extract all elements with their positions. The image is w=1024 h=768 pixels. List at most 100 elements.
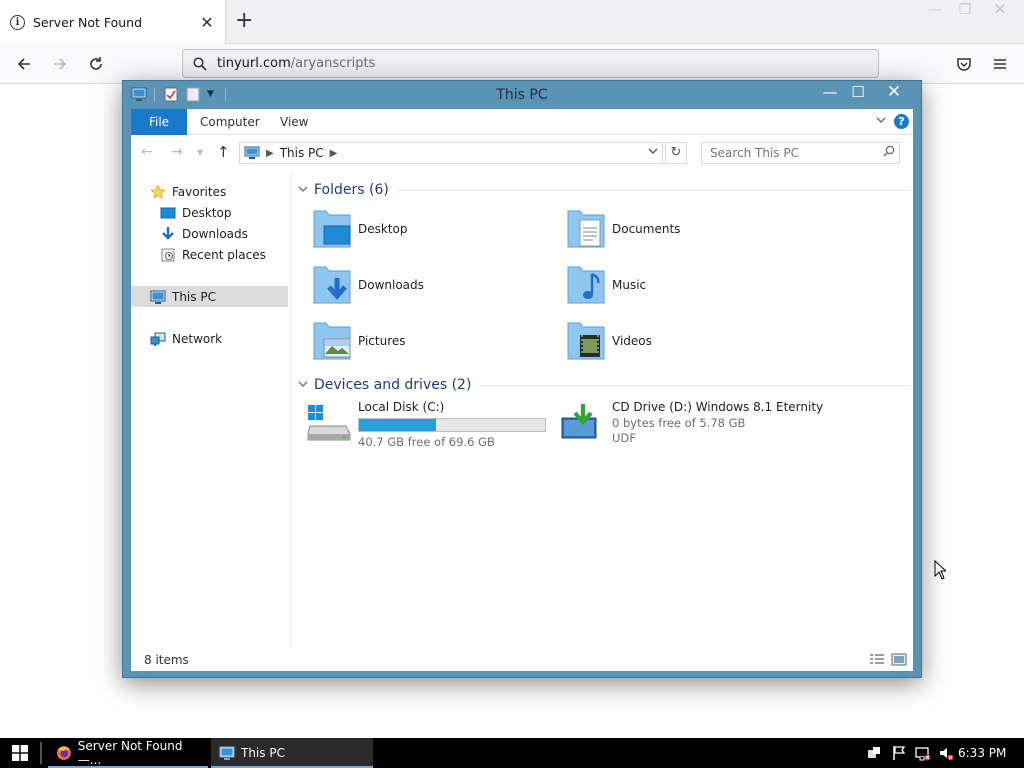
hard-drive-icon [307, 405, 351, 441]
browser-tab-strip: i Server Not Found ✕ + — ❐ ✕ [0, 0, 1024, 44]
title-bar[interactable]: ▼ This PC — ☐ ✕ [123, 81, 921, 109]
minimize-icon[interactable]: — [920, 0, 950, 22]
chevron-down-icon[interactable] [298, 185, 312, 196]
back-icon[interactable]: ← [141, 144, 153, 160]
tab-view[interactable]: View [280, 109, 308, 135]
search-icon [193, 56, 207, 71]
nav-item-network[interactable]: Network [131, 328, 288, 349]
computer-icon [244, 146, 260, 159]
url-bar[interactable]: tinyurl.com/aryanscripts [182, 49, 879, 78]
chevron-down-icon[interactable] [648, 146, 658, 159]
network-status-icon[interactable] [915, 745, 931, 761]
documents-folder-icon [567, 210, 605, 248]
large-icons-view-icon[interactable] [891, 653, 907, 666]
star-icon [150, 183, 166, 199]
tab-title: Server Not Found [33, 14, 143, 30]
tile-label: Downloads [358, 278, 424, 292]
group-title: Devices and drives (2) [314, 377, 472, 393]
chevron-right-icon[interactable]: ▶ [330, 148, 338, 159]
start-button[interactable] [0, 738, 40, 768]
firefox-icon [56, 746, 71, 760]
close-icon[interactable]: ✕ [877, 81, 911, 105]
folder-documents[interactable]: Documents [566, 205, 816, 253]
tab-computer[interactable]: Computer [200, 109, 260, 135]
address-bar[interactable]: ▶ This PC ▶ [239, 142, 663, 164]
tab-file[interactable]: File [131, 109, 187, 135]
clock[interactable]: 6:33 PM [958, 746, 1006, 760]
taskbar-item-label: This PC [241, 746, 285, 760]
drive-local-disk-c[interactable]: Local Disk (C:) 40.7 GB free of 69.6 GB [306, 400, 556, 450]
browser-tab[interactable]: i Server Not Found ✕ [0, 0, 226, 44]
network-icon [150, 332, 166, 346]
forward-icon[interactable]: → [171, 144, 183, 160]
taskbar: Server Not Found —... This PC 6:33 PM [0, 738, 1024, 768]
drive-cd-d[interactable]: CD Drive (D:) Windows 8.1 Eternity 0 byt… [560, 400, 823, 450]
maximize-icon[interactable]: ☐ [841, 81, 875, 105]
browser-toolbar: tinyurl.com/aryanscripts [0, 44, 1024, 84]
divider [396, 189, 910, 191]
tile-label: Music [612, 278, 647, 292]
close-browser-icon[interactable]: ✕ [985, 0, 1015, 22]
folder-downloads[interactable]: Downloads [312, 261, 562, 309]
drive-free-space: 40.7 GB free of 69.6 GB [358, 435, 495, 449]
nav-item-label: Recent places [182, 247, 266, 262]
nav-item-label: Favorites [172, 184, 227, 199]
info-icon: i [10, 14, 25, 30]
drive-usage-bar [358, 418, 546, 432]
drives-group-header[interactable]: Devices and drives (2) [298, 375, 910, 395]
forward-icon[interactable] [48, 52, 72, 76]
folder-pictures[interactable]: Pictures [312, 317, 562, 365]
nav-item-label: Downloads [182, 226, 248, 241]
volume-muted-icon[interactable] [938, 745, 954, 761]
refresh-icon[interactable]: ↻ [665, 142, 687, 164]
nav-item-label: Desktop [182, 205, 232, 220]
taskbar-item-label: Server Not Found —... [77, 739, 183, 767]
search-input[interactable] [701, 142, 900, 164]
recent-places-icon [161, 248, 175, 261]
desktop-folder-icon [313, 210, 351, 248]
chevron-right-icon[interactable]: ▶ [266, 148, 274, 159]
chevron-down-icon[interactable] [298, 380, 312, 391]
drive-name: Local Disk (C:) [358, 400, 445, 414]
nav-item-desktop[interactable]: Desktop [131, 202, 288, 223]
help-icon[interactable]: ? [894, 114, 909, 129]
music-folder-icon [567, 266, 605, 304]
nav-item-label: Network [172, 331, 223, 346]
back-icon[interactable] [12, 52, 36, 76]
action-center-flag-icon[interactable] [891, 745, 907, 761]
folder-music[interactable]: Music [566, 261, 816, 309]
recent-locations-icon[interactable]: ▼ [197, 148, 203, 157]
computer-icon [219, 746, 235, 760]
taskbar-item-firefox[interactable]: Server Not Found —... [48, 738, 208, 768]
drive-usage-fill [359, 419, 437, 431]
pocket-icon[interactable] [952, 52, 976, 76]
explorer-window: ▼ This PC — ☐ ✕ File Computer View ? ← →… [122, 80, 922, 678]
menu-icon[interactable] [988, 52, 1012, 76]
nav-item-downloads[interactable]: Downloads [131, 223, 288, 244]
folder-videos[interactable]: Videos [566, 317, 816, 365]
search-icon[interactable] [883, 145, 895, 157]
expand-ribbon-icon[interactable] [875, 115, 887, 128]
new-tab-icon[interactable]: + [235, 9, 253, 33]
downloads-folder-icon [313, 266, 351, 304]
videos-folder-icon [567, 322, 605, 360]
address-location[interactable]: This PC [280, 146, 324, 160]
tray-app-icon[interactable] [866, 745, 882, 761]
desktop-icon [160, 207, 176, 218]
close-tab-icon[interactable]: ✕ [199, 13, 215, 32]
folder-desktop[interactable]: Desktop [312, 205, 562, 253]
nav-item-recent-places[interactable]: Recent places [131, 244, 288, 265]
folders-group-header[interactable]: Folders (6) [298, 180, 910, 200]
tile-label: Pictures [358, 334, 406, 348]
address-row: ← → ▼ ↑ ▶ This PC ▶ ↻ [131, 135, 913, 171]
window-title: This PC [496, 87, 548, 103]
tile-label: Videos [612, 334, 652, 348]
up-icon[interactable]: ↑ [217, 143, 230, 161]
restore-icon[interactable]: ❐ [950, 0, 980, 22]
taskbar-item-this-pc[interactable]: This PC [211, 738, 373, 768]
nav-item-favorites[interactable]: Favorites [131, 181, 288, 202]
tile-label: Desktop [358, 222, 408, 236]
reload-icon[interactable] [84, 52, 108, 76]
details-view-icon[interactable] [869, 653, 885, 666]
nav-item-this-pc[interactable]: This PC [131, 286, 288, 307]
